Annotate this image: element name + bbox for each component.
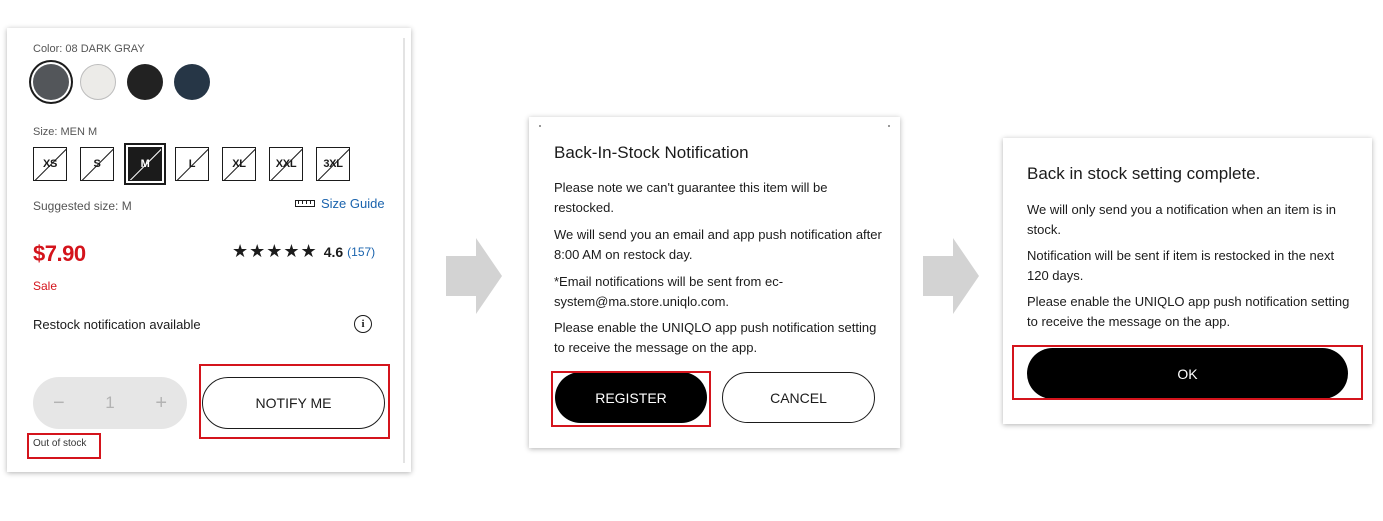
- size-option-l[interactable]: L: [175, 147, 209, 181]
- size-option-xxl[interactable]: XXL: [269, 147, 303, 181]
- dialog-paragraph: Please enable the UNIQLO app push notifi…: [554, 320, 877, 355]
- color-swatch-navy[interactable]: [174, 64, 210, 100]
- size-label: Size: MEN M: [33, 126, 98, 138]
- color-swatch-off-white[interactable]: [80, 64, 116, 100]
- dialog-paragraph: We will send you an email and app push n…: [554, 227, 882, 262]
- suggested-size: Suggested size: M: [33, 199, 132, 213]
- quantity-minus-button[interactable]: −: [53, 392, 65, 415]
- size-option-label: L: [188, 158, 196, 170]
- dialog-title: Back-In-Stock Notification: [554, 143, 749, 162]
- size-option-label: S: [93, 158, 101, 170]
- complete-title: Back in stock setting complete.: [1027, 164, 1261, 183]
- arrow-right-icon: [446, 238, 502, 314]
- ruler-icon: [295, 200, 315, 207]
- complete-paragraph: We will only send you a notification whe…: [1027, 202, 1337, 237]
- sale-label: Sale: [33, 279, 58, 293]
- highlight-register: [551, 371, 711, 427]
- color-swatch-dark-gray[interactable]: [33, 64, 69, 100]
- cancel-button[interactable]: CANCEL: [722, 372, 875, 423]
- color-label: Color: 08 DARK GRAY: [33, 43, 145, 55]
- scrollbar[interactable]: [403, 38, 405, 463]
- size-option-3xl[interactable]: 3XL: [316, 147, 350, 181]
- quantity-stepper: − 1 +: [33, 377, 187, 429]
- color-swatch-black[interactable]: [127, 64, 163, 100]
- quantity-value: 1: [105, 393, 115, 412]
- price: $7.90: [33, 241, 86, 266]
- highlight-notify-me: [199, 364, 390, 439]
- size-option-label: M: [140, 158, 150, 170]
- complete-paragraph: Please enable the UNIQLO app push notifi…: [1027, 294, 1350, 329]
- dialog-paragraph: Please note we can't guarantee this item…: [554, 180, 828, 215]
- size-option-label: XL: [232, 158, 246, 170]
- size-guide-label: Size Guide: [321, 196, 385, 211]
- complete-paragraph: Notification will be sent if item is res…: [1027, 248, 1335, 283]
- size-option-xs[interactable]: XS: [33, 147, 67, 181]
- restock-notification-text: Restock notification available: [33, 317, 201, 332]
- dialog-paragraph: *Email notifications will be sent from e…: [554, 274, 784, 309]
- size-option-label: 3XL: [323, 158, 343, 170]
- highlight-out-of-stock: [27, 433, 101, 459]
- rating-value: 4.6: [323, 243, 344, 260]
- review-count-link[interactable]: (157): [347, 245, 375, 259]
- highlight-ok: [1012, 345, 1363, 400]
- size-option-label: XS: [42, 158, 58, 170]
- rating-stars-icon: ★★★★★: [232, 241, 318, 261]
- info-icon[interactable]: i: [354, 315, 372, 333]
- quantity-plus-button[interactable]: +: [155, 392, 167, 415]
- arrow-right-icon: [923, 238, 979, 314]
- size-option-xl[interactable]: XL: [222, 147, 256, 181]
- size-guide-link[interactable]: Size Guide: [295, 196, 385, 211]
- size-option-label: XXL: [275, 158, 297, 170]
- rating[interactable]: ★★★★★ 4.6 (157): [232, 241, 375, 262]
- size-option-m[interactable]: M: [128, 147, 162, 181]
- size-option-s[interactable]: S: [80, 147, 114, 181]
